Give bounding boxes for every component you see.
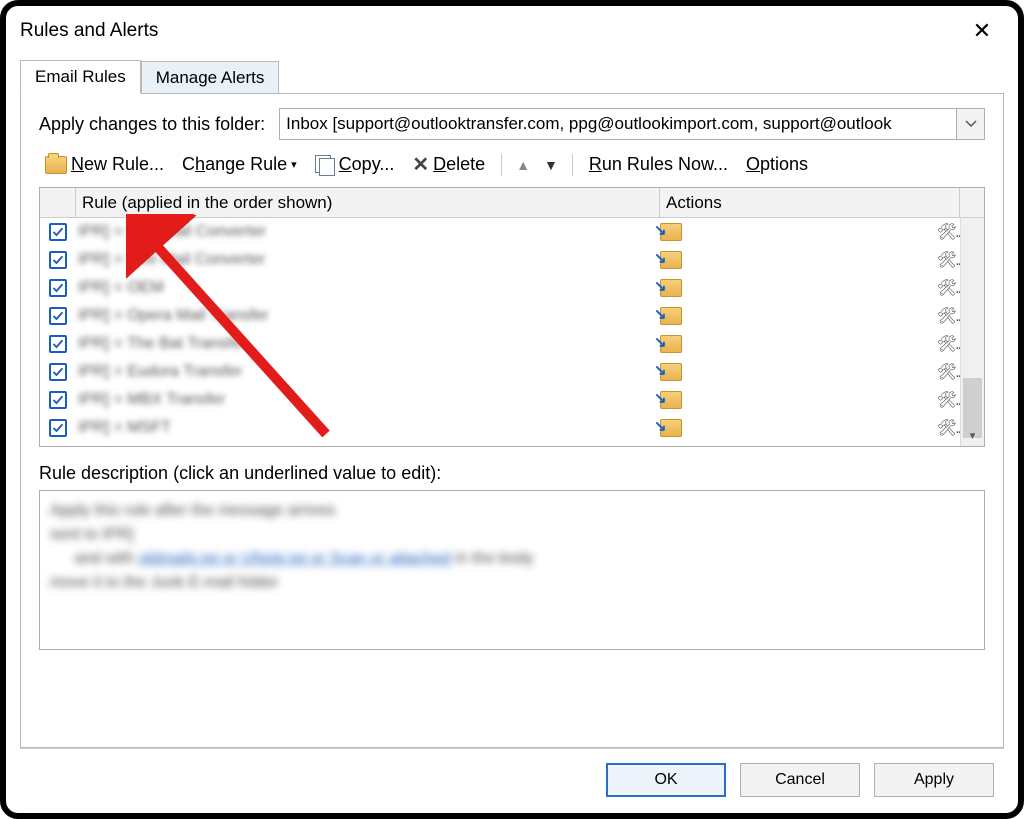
new-rule-button[interactable]: New Rule... <box>39 152 170 177</box>
description-label: Rule description (click an underlined va… <box>39 463 985 484</box>
delete-button[interactable]: ✕ Delete <box>406 150 491 179</box>
rule-checkbox[interactable] <box>49 391 67 409</box>
button-label: Copy... <box>339 154 395 175</box>
apply-button[interactable]: Apply <box>874 763 994 797</box>
tab-manage-alerts[interactable]: Manage Alerts <box>141 61 280 94</box>
wrench-icon: 🛠︎.. <box>937 250 960 270</box>
button-label: New Rule... <box>71 154 164 175</box>
wrench-icon: 🛠︎.. <box>937 418 960 438</box>
description-box[interactable]: Apply this rule after the message arrive… <box>39 490 985 650</box>
move-to-folder-icon: ↘ <box>660 419 682 437</box>
rule-name: IPR] = OEM <box>78 279 164 297</box>
button-label: OK <box>654 771 677 789</box>
folder-value: Inbox [support@outlooktransfer.com, ppg@… <box>280 114 956 134</box>
table-row[interactable]: IPR] = The Bat Transfer ↘ 🛠︎.. <box>40 330 960 358</box>
wrench-icon: 🛠︎.. <box>937 222 960 242</box>
column-rule[interactable]: Rule (applied in the order shown) <box>76 188 660 217</box>
button-label: Cancel <box>775 771 825 789</box>
wrench-icon: 🛠︎.. <box>937 278 960 298</box>
tab-label: Email Rules <box>35 67 126 86</box>
desc-line: Apply this rule after the message arrive… <box>50 499 335 523</box>
table-row[interactable]: IPR] = MBX Transfer ↘ 🛠︎.. <box>40 386 960 414</box>
close-button[interactable]: ✕ <box>962 18 1002 44</box>
move-to-folder-icon: ↘ <box>660 391 682 409</box>
column-checkbox <box>40 188 76 217</box>
rules-alerts-dialog: Rules and Alerts ✕ Email Rules Manage Al… <box>14 14 1010 801</box>
rule-name: IPR] = Mac Mail Converter <box>78 223 266 241</box>
rule-name: IPR] = The Bat Transfer <box>78 335 246 353</box>
table-row[interactable]: IPR] = Mac Mail Converter ↘ 🛠︎.. <box>40 218 960 246</box>
rule-checkbox[interactable] <box>49 363 67 381</box>
table-row[interactable]: IPR] = Eudora Transfer ↘ 🛠︎.. <box>40 358 960 386</box>
folder-label: Apply changes to this folder: <box>39 114 265 135</box>
move-to-folder-icon: ↘ <box>660 279 682 297</box>
scrollbar[interactable]: ▾ <box>960 218 984 446</box>
desc-line: in the body <box>455 547 533 571</box>
rule-name: IPR] = MSFT <box>78 419 171 437</box>
ok-button[interactable]: OK <box>606 763 726 797</box>
wrench-icon: 🛠︎.. <box>937 306 960 326</box>
copy-icon <box>315 155 335 175</box>
rule-checkbox[interactable] <box>49 251 67 269</box>
folder-icon <box>45 156 67 174</box>
rule-checkbox[interactable] <box>49 223 67 241</box>
rule-checkbox[interactable] <box>49 335 67 353</box>
move-to-folder-icon: ↘ <box>660 251 682 269</box>
button-label: Apply <box>914 771 954 789</box>
button-label: Change Rule <box>182 154 287 175</box>
move-down-button[interactable]: ▼ <box>540 157 562 173</box>
move-to-folder-icon: ↘ <box>660 363 682 381</box>
table-row[interactable]: IPR] = OEM ↘ 🛠︎.. <box>40 274 960 302</box>
folder-select[interactable]: Inbox [support@outlooktransfer.com, ppg@… <box>279 108 985 140</box>
desc-line: move it to the Junk E-mail folder <box>50 571 279 595</box>
change-rule-button[interactable]: Change Rule ▾ <box>176 152 303 177</box>
move-to-folder-icon: ↘ <box>660 223 682 241</box>
table-row[interactable]: IPR] = Opera Mail Transfer ↘ 🛠︎.. <box>40 302 960 330</box>
move-up-button[interactable]: ▲ <box>512 157 534 173</box>
desc-link[interactable]: oldmails.txt or UNzip.txt or Scan or att… <box>139 550 451 567</box>
delete-icon: ✕ <box>412 152 429 177</box>
rule-checkbox[interactable] <box>49 419 67 437</box>
button-label: Delete <box>433 154 485 175</box>
rule-checkbox[interactable] <box>49 279 67 297</box>
table-row[interactable]: IPR] = MSFT ↘ 🛠︎.. <box>40 414 960 442</box>
scroll-down-button[interactable]: ▾ <box>961 424 984 446</box>
rule-name: IPR] = MBX Transfer <box>78 391 225 409</box>
cancel-button[interactable]: Cancel <box>740 763 860 797</box>
move-to-folder-icon: ↘ <box>660 307 682 325</box>
wrench-icon: 🛠︎.. <box>937 390 960 410</box>
desc-line: and with <box>74 547 134 571</box>
button-label: Run Rules Now... <box>589 154 728 175</box>
dialog-title: Rules and Alerts <box>20 20 158 42</box>
rule-name: IPR] = Eudora Transfer <box>78 363 242 381</box>
rules-list: Rule (applied in the order shown) Action… <box>39 187 985 447</box>
run-rules-button[interactable]: Run Rules Now... <box>583 152 734 177</box>
button-label: Options <box>746 154 808 175</box>
options-button[interactable]: Options <box>740 152 814 177</box>
wrench-icon: 🛠︎.. <box>937 334 960 354</box>
wrench-icon: 🛠︎.. <box>937 362 960 382</box>
rule-name: IPR] = Live Mail Converter <box>78 251 265 269</box>
move-to-folder-icon: ↘ <box>660 335 682 353</box>
folder-dropdown-button[interactable] <box>956 109 984 139</box>
rule-name: IPR] = Opera Mail Transfer <box>78 307 269 325</box>
tab-label: Manage Alerts <box>156 68 265 87</box>
rule-checkbox[interactable] <box>49 307 67 325</box>
chevron-down-icon: ▾ <box>291 158 297 171</box>
separator <box>501 154 502 176</box>
column-actions[interactable]: Actions <box>660 188 960 217</box>
scroll-header <box>960 188 984 217</box>
tab-email-rules[interactable]: Email Rules <box>20 60 141 94</box>
separator <box>572 154 573 176</box>
copy-button[interactable]: Copy... <box>309 152 401 177</box>
table-row[interactable]: IPR] = Live Mail Converter ↘ 🛠︎.. <box>40 246 960 274</box>
desc-line: sent to IPR] <box>50 523 134 547</box>
